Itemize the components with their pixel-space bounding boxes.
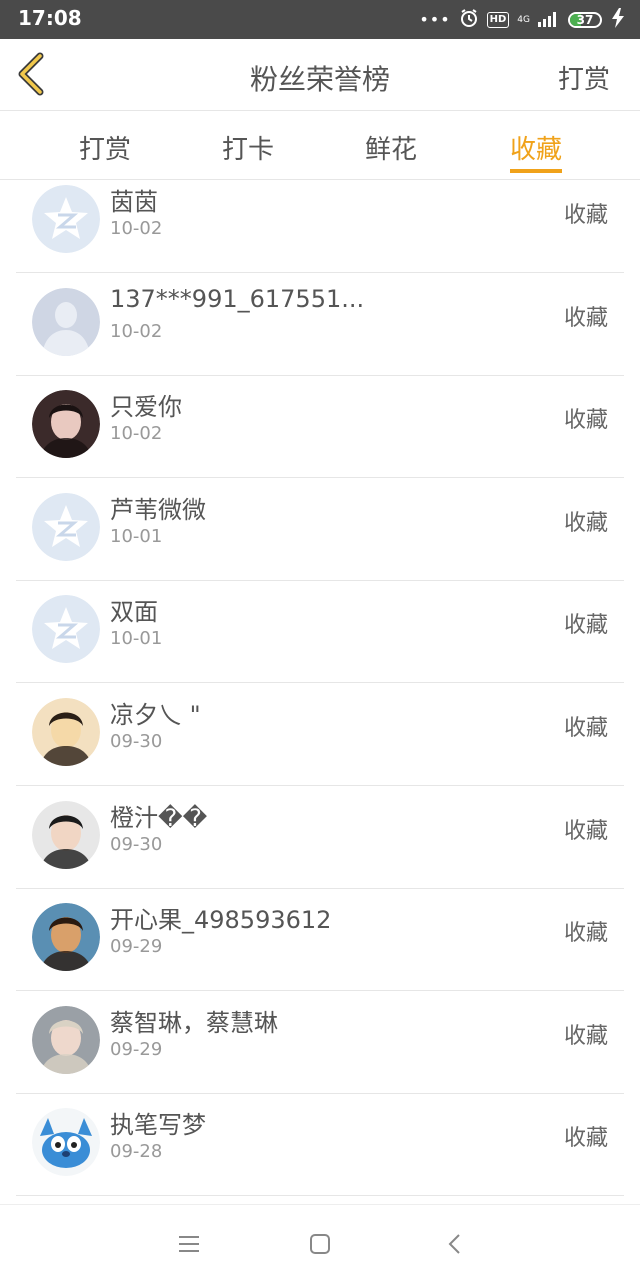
list-item[interactable]: 137***991_617551... 10-02 收藏 xyxy=(16,273,624,376)
list-item[interactable]: 只爱你 10-02 收藏 xyxy=(16,375,624,478)
menu-button[interactable] xyxy=(174,1229,204,1259)
list-item[interactable]: 橙汁�� 09-30 收藏 xyxy=(16,786,624,889)
list-item[interactable]: 蔡智琳，蔡慧琳 09-29 收藏 xyxy=(16,991,624,1094)
item-date: 10-02 xyxy=(110,218,163,239)
battery-level: 37 xyxy=(576,13,594,27)
avatar[interactable] xyxy=(32,493,100,561)
user-name: 凉夕乀 " xyxy=(110,701,201,729)
user-name: 橙汁�� xyxy=(110,804,208,832)
tab-bar: 打赏 打卡 鲜花 收藏 xyxy=(0,111,640,180)
signal-icon xyxy=(538,9,560,31)
favorite-label: 收藏 xyxy=(563,306,608,331)
avatar[interactable] xyxy=(32,288,100,356)
list-item[interactable]: 执笔写梦 09-28 收藏 xyxy=(16,1093,624,1196)
favorite-label: 收藏 xyxy=(563,203,608,228)
favorite-label: 收藏 xyxy=(563,613,608,638)
item-date: 09-29 xyxy=(110,936,163,957)
tab-checkin[interactable]: 打卡 xyxy=(198,129,298,166)
item-date: 09-28 xyxy=(110,1141,163,1162)
item-date: 09-30 xyxy=(110,834,163,855)
list-item[interactable]: 茵茵 10-02 收藏 xyxy=(16,180,624,273)
list-item[interactable]: 芦苇微微 10-01 收藏 xyxy=(16,478,624,581)
favorite-label: 收藏 xyxy=(563,408,608,433)
item-date: 10-02 xyxy=(110,423,163,444)
hd-badge: HD xyxy=(486,12,510,28)
avatar[interactable] xyxy=(32,595,100,663)
back-icon xyxy=(448,1234,460,1254)
avatar[interactable] xyxy=(32,801,100,869)
back-nav-button[interactable] xyxy=(440,1229,470,1259)
item-date: 09-30 xyxy=(110,731,163,752)
avatar[interactable] xyxy=(32,185,100,253)
avatar[interactable] xyxy=(32,903,100,971)
item-date: 09-29 xyxy=(110,1039,163,1060)
item-date: 10-01 xyxy=(110,526,163,547)
item-date: 10-01 xyxy=(110,628,163,649)
page-title: 粉丝荣誉榜 xyxy=(249,63,390,96)
list-item[interactable]: 开心果_498593612 09-29 收藏 xyxy=(16,888,624,991)
avatar[interactable] xyxy=(32,390,100,458)
alarm-icon xyxy=(459,8,479,32)
favorite-label: 收藏 xyxy=(563,1126,608,1151)
user-name: 执笔写梦 xyxy=(110,1111,206,1139)
home-icon xyxy=(310,1234,330,1254)
favorite-label: 收藏 xyxy=(563,921,608,946)
menu-icon xyxy=(179,1236,199,1252)
favorite-label: 收藏 xyxy=(563,819,608,844)
header: 粉丝荣誉榜 打赏 xyxy=(0,39,640,111)
tab-favorites[interactable]: 收藏 xyxy=(486,129,586,166)
home-button[interactable] xyxy=(305,1229,335,1259)
fan-list: 茵茵 10-02 收藏 137***991_617551... 10-02 收藏 只爱你… xyxy=(0,180,640,1200)
user-name: 双面 xyxy=(110,598,158,626)
user-name: 开心果_498593612 xyxy=(110,906,332,934)
user-name: 只爱你 xyxy=(110,393,182,421)
battery-icon: 37 xyxy=(568,12,602,28)
reward-button[interactable]: 打赏 xyxy=(558,59,610,96)
network-type: 4G xyxy=(517,14,530,25)
status-icons: ••• HD 4G 37 xyxy=(419,8,626,32)
avatar[interactable] xyxy=(32,1108,100,1176)
user-name: 茵茵 xyxy=(110,188,158,216)
tab-flowers[interactable]: 鲜花 xyxy=(341,129,441,166)
avatar[interactable] xyxy=(32,698,100,766)
tab-reward[interactable]: 打赏 xyxy=(55,129,155,166)
user-name: 蔡智琳，蔡慧琳 xyxy=(110,1009,278,1037)
active-tab-indicator xyxy=(510,169,562,173)
system-nav-bar xyxy=(0,1204,640,1281)
list-item[interactable]: 凉夕乀 " 09-30 收藏 xyxy=(16,683,624,786)
favorite-label: 收藏 xyxy=(563,716,608,741)
list-item[interactable]: 双面 10-01 收藏 xyxy=(16,580,624,683)
favorite-label: 收藏 xyxy=(563,511,608,536)
item-date: 10-02 xyxy=(110,321,163,342)
user-name: 137***991_617551... xyxy=(110,285,365,313)
more-dots: ••• xyxy=(419,10,451,29)
status-time: 17:08 xyxy=(18,6,82,30)
charging-icon xyxy=(610,8,626,32)
user-name: 芦苇微微 xyxy=(110,496,206,524)
status-bar: 17:08 ••• HD 4G 37 xyxy=(0,0,640,39)
avatar[interactable] xyxy=(32,1006,100,1074)
favorite-label: 收藏 xyxy=(563,1024,608,1049)
